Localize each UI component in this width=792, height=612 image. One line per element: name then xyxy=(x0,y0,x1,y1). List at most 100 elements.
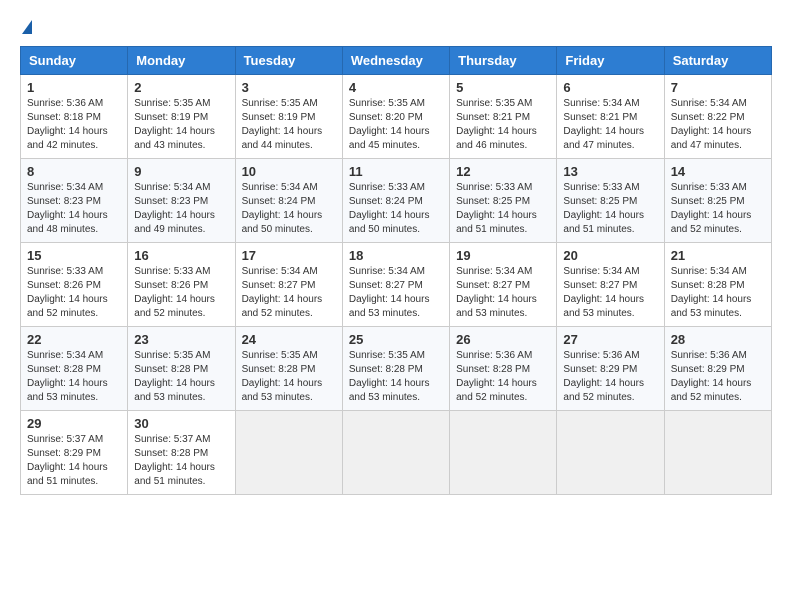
calendar-cell: 20 Sunrise: 5:34 AM Sunset: 8:27 PM Dayl… xyxy=(557,243,664,327)
calendar-cell: 2 Sunrise: 5:35 AM Sunset: 8:19 PM Dayli… xyxy=(128,75,235,159)
day-info: Sunrise: 5:33 AM Sunset: 8:25 PM Dayligh… xyxy=(456,181,550,237)
day-info: Sunrise: 5:34 AM Sunset: 8:27 PM Dayligh… xyxy=(563,265,657,321)
calendar-cell: 7 Sunrise: 5:34 AM Sunset: 8:22 PM Dayli… xyxy=(664,75,771,159)
day-info: Sunrise: 5:37 AM Sunset: 8:29 PM Dayligh… xyxy=(27,433,121,489)
calendar-cell: 22 Sunrise: 5:34 AM Sunset: 8:28 PM Dayl… xyxy=(21,327,128,411)
calendar-cell xyxy=(342,411,449,495)
calendar-table: SundayMondayTuesdayWednesdayThursdayFrid… xyxy=(20,46,772,495)
weekday-header-thursday: Thursday xyxy=(450,47,557,75)
calendar-cell: 17 Sunrise: 5:34 AM Sunset: 8:27 PM Dayl… xyxy=(235,243,342,327)
calendar-cell: 23 Sunrise: 5:35 AM Sunset: 8:28 PM Dayl… xyxy=(128,327,235,411)
calendar-week-3: 15 Sunrise: 5:33 AM Sunset: 8:26 PM Dayl… xyxy=(21,243,772,327)
calendar-cell: 15 Sunrise: 5:33 AM Sunset: 8:26 PM Dayl… xyxy=(21,243,128,327)
day-number: 15 xyxy=(27,248,121,263)
day-info: Sunrise: 5:37 AM Sunset: 8:28 PM Dayligh… xyxy=(134,433,228,489)
logo-triangle-icon xyxy=(22,20,32,34)
calendar-cell: 6 Sunrise: 5:34 AM Sunset: 8:21 PM Dayli… xyxy=(557,75,664,159)
logo xyxy=(20,20,32,36)
day-info: Sunrise: 5:35 AM Sunset: 8:19 PM Dayligh… xyxy=(134,97,228,153)
day-number: 30 xyxy=(134,416,228,431)
calendar-cell: 4 Sunrise: 5:35 AM Sunset: 8:20 PM Dayli… xyxy=(342,75,449,159)
day-number: 23 xyxy=(134,332,228,347)
calendar-cell: 14 Sunrise: 5:33 AM Sunset: 8:25 PM Dayl… xyxy=(664,159,771,243)
day-number: 20 xyxy=(563,248,657,263)
day-info: Sunrise: 5:34 AM Sunset: 8:27 PM Dayligh… xyxy=(456,265,550,321)
calendar-cell xyxy=(664,411,771,495)
day-info: Sunrise: 5:34 AM Sunset: 8:23 PM Dayligh… xyxy=(134,181,228,237)
calendar-cell: 26 Sunrise: 5:36 AM Sunset: 8:28 PM Dayl… xyxy=(450,327,557,411)
day-info: Sunrise: 5:34 AM Sunset: 8:23 PM Dayligh… xyxy=(27,181,121,237)
day-number: 7 xyxy=(671,80,765,95)
day-info: Sunrise: 5:35 AM Sunset: 8:20 PM Dayligh… xyxy=(349,97,443,153)
day-info: Sunrise: 5:34 AM Sunset: 8:28 PM Dayligh… xyxy=(671,265,765,321)
calendar-cell: 24 Sunrise: 5:35 AM Sunset: 8:28 PM Dayl… xyxy=(235,327,342,411)
calendar-cell xyxy=(450,411,557,495)
calendar-week-1: 1 Sunrise: 5:36 AM Sunset: 8:18 PM Dayli… xyxy=(21,75,772,159)
calendar-cell xyxy=(557,411,664,495)
day-info: Sunrise: 5:33 AM Sunset: 8:26 PM Dayligh… xyxy=(27,265,121,321)
day-info: Sunrise: 5:34 AM Sunset: 8:28 PM Dayligh… xyxy=(27,349,121,405)
day-info: Sunrise: 5:33 AM Sunset: 8:25 PM Dayligh… xyxy=(671,181,765,237)
calendar-cell: 1 Sunrise: 5:36 AM Sunset: 8:18 PM Dayli… xyxy=(21,75,128,159)
day-number: 25 xyxy=(349,332,443,347)
day-number: 16 xyxy=(134,248,228,263)
day-info: Sunrise: 5:33 AM Sunset: 8:25 PM Dayligh… xyxy=(563,181,657,237)
calendar-cell: 8 Sunrise: 5:34 AM Sunset: 8:23 PM Dayli… xyxy=(21,159,128,243)
calendar-week-5: 29 Sunrise: 5:37 AM Sunset: 8:29 PM Dayl… xyxy=(21,411,772,495)
calendar-cell: 18 Sunrise: 5:34 AM Sunset: 8:27 PM Dayl… xyxy=(342,243,449,327)
day-info: Sunrise: 5:36 AM Sunset: 8:29 PM Dayligh… xyxy=(563,349,657,405)
calendar-cell: 28 Sunrise: 5:36 AM Sunset: 8:29 PM Dayl… xyxy=(664,327,771,411)
day-info: Sunrise: 5:36 AM Sunset: 8:28 PM Dayligh… xyxy=(456,349,550,405)
day-info: Sunrise: 5:35 AM Sunset: 8:21 PM Dayligh… xyxy=(456,97,550,153)
day-number: 12 xyxy=(456,164,550,179)
calendar-cell: 25 Sunrise: 5:35 AM Sunset: 8:28 PM Dayl… xyxy=(342,327,449,411)
day-info: Sunrise: 5:34 AM Sunset: 8:24 PM Dayligh… xyxy=(242,181,336,237)
day-number: 9 xyxy=(134,164,228,179)
calendar-body: 1 Sunrise: 5:36 AM Sunset: 8:18 PM Dayli… xyxy=(21,75,772,495)
day-number: 18 xyxy=(349,248,443,263)
day-number: 3 xyxy=(242,80,336,95)
calendar-cell: 5 Sunrise: 5:35 AM Sunset: 8:21 PM Dayli… xyxy=(450,75,557,159)
calendar-week-2: 8 Sunrise: 5:34 AM Sunset: 8:23 PM Dayli… xyxy=(21,159,772,243)
day-number: 14 xyxy=(671,164,765,179)
day-info: Sunrise: 5:36 AM Sunset: 8:18 PM Dayligh… xyxy=(27,97,121,153)
calendar-cell: 19 Sunrise: 5:34 AM Sunset: 8:27 PM Dayl… xyxy=(450,243,557,327)
day-info: Sunrise: 5:35 AM Sunset: 8:28 PM Dayligh… xyxy=(349,349,443,405)
day-number: 11 xyxy=(349,164,443,179)
day-number: 10 xyxy=(242,164,336,179)
day-info: Sunrise: 5:34 AM Sunset: 8:21 PM Dayligh… xyxy=(563,97,657,153)
calendar-cell xyxy=(235,411,342,495)
day-info: Sunrise: 5:36 AM Sunset: 8:29 PM Dayligh… xyxy=(671,349,765,405)
day-info: Sunrise: 5:33 AM Sunset: 8:24 PM Dayligh… xyxy=(349,181,443,237)
day-number: 2 xyxy=(134,80,228,95)
day-number: 26 xyxy=(456,332,550,347)
day-number: 5 xyxy=(456,80,550,95)
day-info: Sunrise: 5:34 AM Sunset: 8:27 PM Dayligh… xyxy=(242,265,336,321)
day-number: 27 xyxy=(563,332,657,347)
day-number: 22 xyxy=(27,332,121,347)
day-number: 8 xyxy=(27,164,121,179)
calendar-cell: 21 Sunrise: 5:34 AM Sunset: 8:28 PM Dayl… xyxy=(664,243,771,327)
day-number: 17 xyxy=(242,248,336,263)
calendar-cell: 27 Sunrise: 5:36 AM Sunset: 8:29 PM Dayl… xyxy=(557,327,664,411)
day-number: 24 xyxy=(242,332,336,347)
weekday-header-monday: Monday xyxy=(128,47,235,75)
calendar-cell: 13 Sunrise: 5:33 AM Sunset: 8:25 PM Dayl… xyxy=(557,159,664,243)
page-header xyxy=(20,20,772,36)
day-number: 1 xyxy=(27,80,121,95)
day-info: Sunrise: 5:35 AM Sunset: 8:19 PM Dayligh… xyxy=(242,97,336,153)
weekday-header-row: SundayMondayTuesdayWednesdayThursdayFrid… xyxy=(21,47,772,75)
calendar-header: SundayMondayTuesdayWednesdayThursdayFrid… xyxy=(21,47,772,75)
calendar-cell: 3 Sunrise: 5:35 AM Sunset: 8:19 PM Dayli… xyxy=(235,75,342,159)
day-number: 21 xyxy=(671,248,765,263)
weekday-header-friday: Friday xyxy=(557,47,664,75)
day-info: Sunrise: 5:34 AM Sunset: 8:27 PM Dayligh… xyxy=(349,265,443,321)
day-number: 4 xyxy=(349,80,443,95)
day-number: 13 xyxy=(563,164,657,179)
weekday-header-tuesday: Tuesday xyxy=(235,47,342,75)
weekday-header-saturday: Saturday xyxy=(664,47,771,75)
day-number: 28 xyxy=(671,332,765,347)
day-info: Sunrise: 5:34 AM Sunset: 8:22 PM Dayligh… xyxy=(671,97,765,153)
calendar-cell: 10 Sunrise: 5:34 AM Sunset: 8:24 PM Dayl… xyxy=(235,159,342,243)
day-info: Sunrise: 5:35 AM Sunset: 8:28 PM Dayligh… xyxy=(134,349,228,405)
